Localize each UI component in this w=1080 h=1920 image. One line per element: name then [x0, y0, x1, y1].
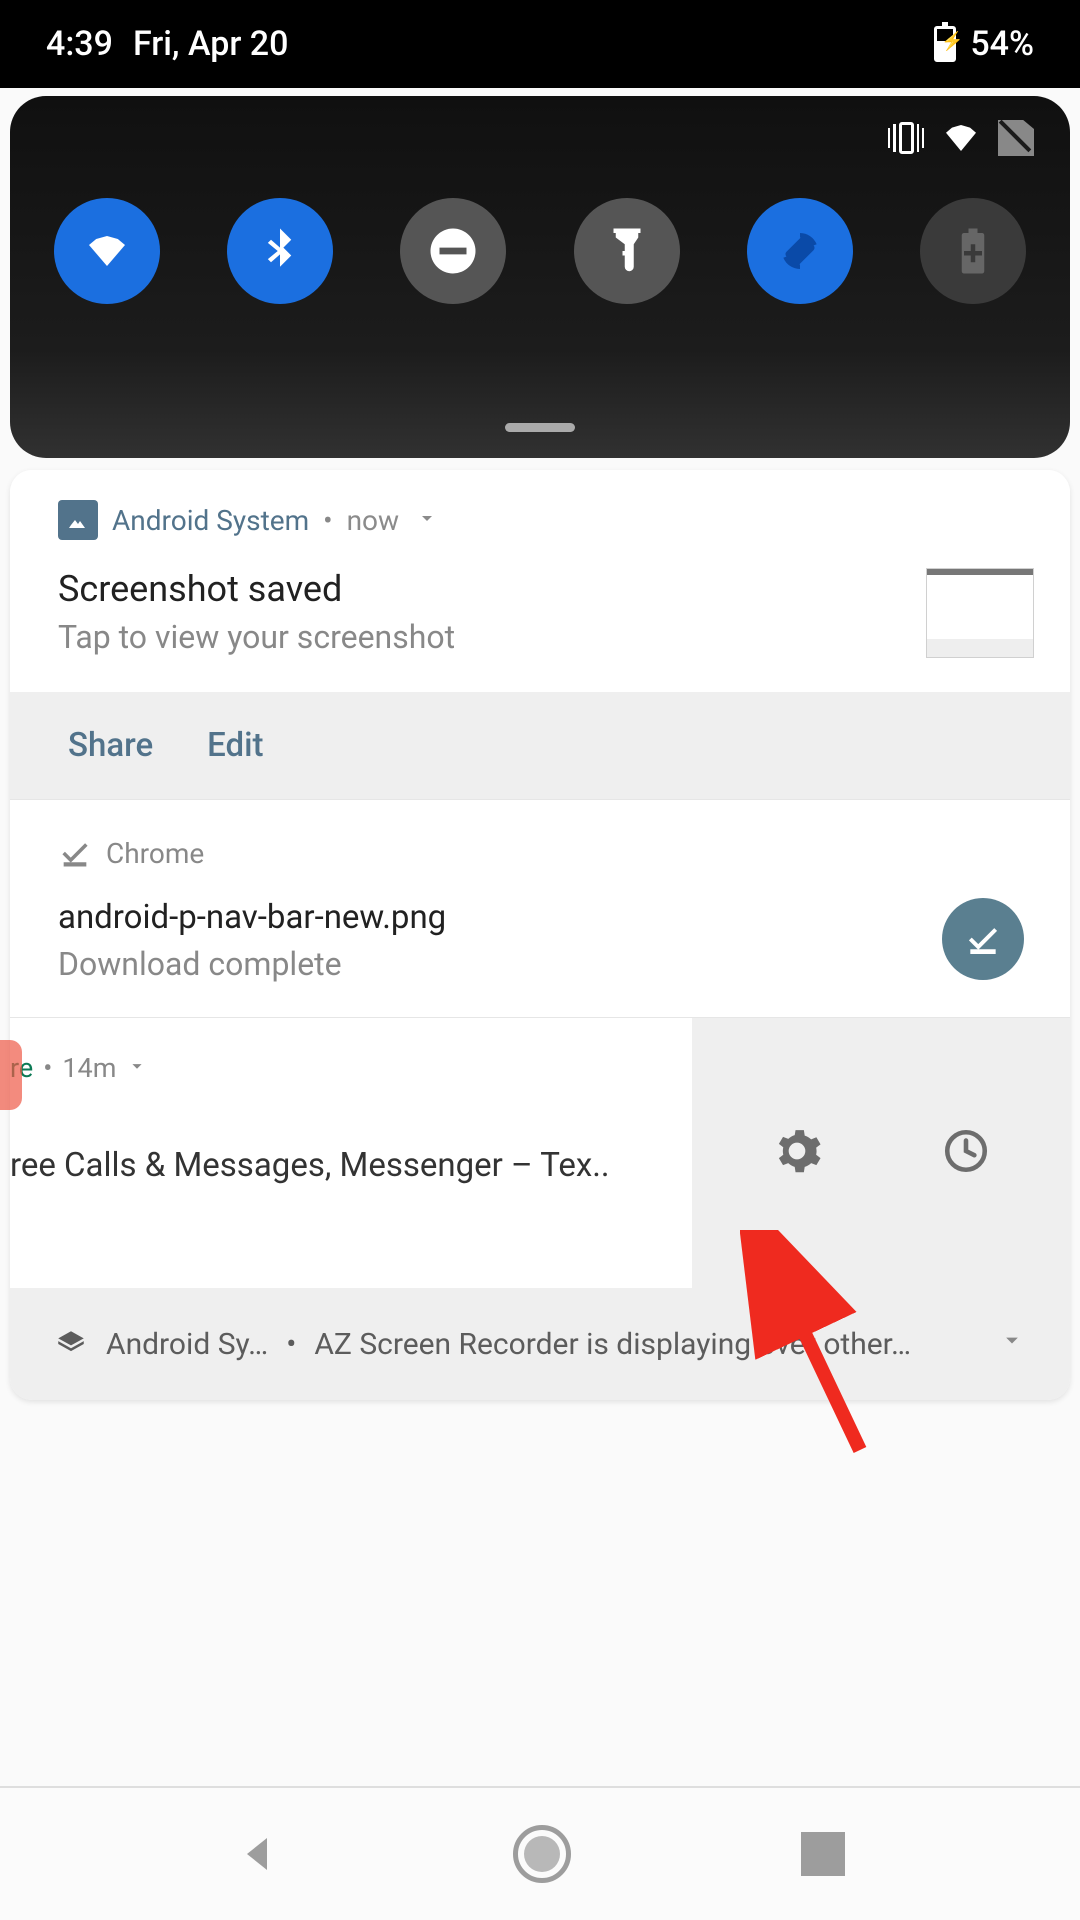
- quick-settings-panel[interactable]: [10, 96, 1070, 458]
- notification-body-fragment: ree Calls & Messages, Messenger – Tex..: [10, 1084, 682, 1185]
- chevron-down-icon[interactable]: [998, 1326, 1026, 1362]
- qs-tile-battery-saver[interactable]: [920, 198, 1026, 304]
- notification-time: 14m: [62, 1052, 116, 1084]
- battery-saver-icon: [946, 224, 1000, 278]
- notification-subtitle: Download complete: [58, 945, 446, 983]
- edit-action[interactable]: Edit: [207, 726, 263, 765]
- notification-swiped: re • 14m ree Calls & Messages, Messenger…: [10, 1018, 1070, 1288]
- qs-tile-bluetooth[interactable]: [227, 198, 333, 304]
- battery-percent: 54%: [970, 24, 1034, 64]
- download-complete-badge[interactable]: [942, 898, 1024, 980]
- background-artifact: [0, 1040, 22, 1110]
- status-date: Fri, Apr 20: [133, 24, 289, 64]
- separator-dot: •: [43, 1052, 52, 1084]
- flashlight-icon: [600, 224, 654, 278]
- clock-icon: [941, 1126, 991, 1176]
- dnd-icon: [426, 224, 480, 278]
- chevron-down-icon[interactable]: [126, 1052, 148, 1084]
- layers-icon: [54, 1327, 88, 1361]
- qs-tile-wifi[interactable]: [54, 198, 160, 304]
- status-time: 4:39: [46, 24, 113, 64]
- separator-dot: •: [286, 1327, 296, 1362]
- notification-subtitle: Tap to view your screenshot: [58, 618, 455, 656]
- notification-header[interactable]: Android System • now: [10, 470, 1070, 550]
- chevron-down-icon[interactable]: [415, 504, 439, 537]
- summary-text: AZ Screen Recorder is displaying over ot…: [314, 1327, 911, 1362]
- square-icon: [801, 1832, 845, 1876]
- nav-recents-button[interactable]: [801, 1832, 845, 1876]
- screenshot-thumbnail[interactable]: [926, 568, 1034, 658]
- notification-header[interactable]: Chrome: [10, 800, 1070, 880]
- qs-tile-flashlight[interactable]: [574, 198, 680, 304]
- nav-home-button[interactable]: [513, 1825, 571, 1883]
- notification-settings-button[interactable]: [772, 1126, 822, 1180]
- notification-summary[interactable]: Android Sy… • AZ Screen Recorder is disp…: [10, 1288, 1070, 1400]
- separator-dot: •: [323, 504, 332, 537]
- summary-app-name: Android Sy…: [106, 1327, 268, 1362]
- navigation-bar: [0, 1786, 1080, 1920]
- notification-app-name: Android System: [112, 504, 309, 537]
- notification-actions: Share Edit: [10, 692, 1070, 799]
- qs-status-icons: [888, 120, 1034, 156]
- notification-shade: Android System • now Screenshot saved Ta…: [10, 470, 1070, 1400]
- notification-snooze-button[interactable]: [941, 1126, 991, 1180]
- notification-swiped-card[interactable]: re • 14m ree Calls & Messages, Messenger…: [10, 1018, 692, 1288]
- qs-tile-autorotate[interactable]: [747, 198, 853, 304]
- notification-title: Screenshot saved: [58, 568, 455, 610]
- share-action[interactable]: Share: [68, 726, 153, 765]
- wifi-status-icon: [946, 125, 976, 151]
- picture-icon: [58, 500, 98, 540]
- battery-icon: ⚡: [934, 26, 956, 62]
- qs-tile-dnd[interactable]: [400, 198, 506, 304]
- checkmark-icon: [964, 920, 1002, 958]
- status-bar: 4:39 Fri, Apr 20 ⚡ 54%: [0, 0, 1080, 88]
- notification-screenshot[interactable]: Android System • now Screenshot saved Ta…: [10, 470, 1070, 800]
- notification-time: now: [347, 504, 399, 537]
- bluetooth-icon: [253, 224, 307, 278]
- notification-title: android-p-nav-bar-new.png: [58, 898, 446, 937]
- nav-back-button[interactable]: [235, 1830, 283, 1878]
- notification-download[interactable]: Chrome android-p-nav-bar-new.png Downloa…: [10, 800, 1070, 1018]
- qs-expand-handle[interactable]: [505, 423, 575, 432]
- no-sim-icon: [998, 120, 1034, 156]
- wifi-icon: [89, 236, 125, 266]
- vibrate-icon: [888, 120, 924, 156]
- back-triangle-icon: [235, 1830, 283, 1878]
- notification-app-name: Chrome: [106, 837, 204, 870]
- gear-icon: [772, 1126, 822, 1176]
- autorotate-icon: [773, 224, 827, 278]
- download-done-icon: [58, 836, 92, 870]
